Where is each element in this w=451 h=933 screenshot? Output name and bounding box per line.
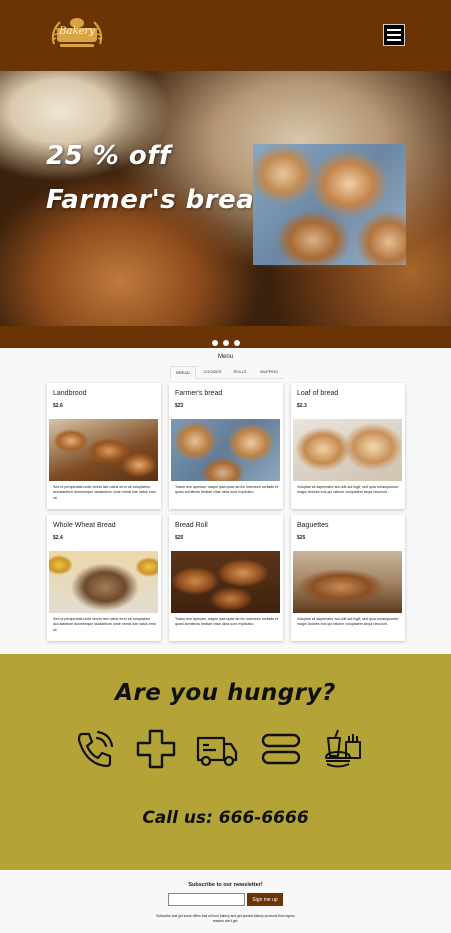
call-us-phone[interactable]: Call us: 666-6666 bbox=[0, 808, 451, 828]
newsletter-email-input[interactable] bbox=[168, 893, 245, 906]
hamburger-bar-icon bbox=[387, 29, 401, 31]
product-price: $25 bbox=[297, 535, 306, 541]
menu-heading: Menu bbox=[217, 354, 233, 360]
product-image bbox=[171, 419, 280, 481]
hero-bread-photo bbox=[253, 144, 406, 265]
product-price: $2.4 bbox=[53, 535, 63, 541]
plus-icon bbox=[135, 728, 177, 770]
tab-muffins[interactable]: MUFFINS bbox=[255, 366, 283, 379]
fast-food-icon bbox=[322, 728, 364, 770]
hero-banner: 25 % off Farmer's bread ! bbox=[0, 71, 451, 326]
newsletter-note: Subscribe and get some offers that all f… bbox=[156, 914, 295, 923]
product-card[interactable]: Bread Roll $25 Totam rem aperiam, eaque … bbox=[169, 515, 283, 641]
product-description: Sed ut perspiciatis unde omnis iste natu… bbox=[53, 485, 157, 500]
product-card[interactable]: Loaf of bread $2.3 Voluptas sit aspernat… bbox=[291, 383, 405, 509]
product-name: Landbrood bbox=[53, 390, 87, 397]
product-card[interactable]: Baguettes $25 Voluptas sit aspernatur au… bbox=[291, 515, 405, 641]
carousel-dot-3[interactable] bbox=[234, 340, 240, 346]
hero-headline-discount: 25 % off bbox=[46, 141, 171, 171]
hamburger-bar-icon bbox=[387, 39, 401, 41]
product-price: $2.3 bbox=[297, 403, 307, 409]
product-image bbox=[49, 551, 158, 613]
tab-bread[interactable]: BREAD bbox=[170, 366, 196, 379]
product-description: Voluptas sit aspernatur aut odit aut fug… bbox=[297, 485, 399, 495]
product-image bbox=[171, 551, 280, 613]
hamburger-menu-button[interactable] bbox=[383, 24, 405, 46]
product-name: Loaf of bread bbox=[297, 390, 339, 397]
product-name: Farmer's bread bbox=[175, 390, 223, 397]
product-card[interactable]: Whole Wheat Bread $2.4 Sed ut perspiciat… bbox=[47, 515, 161, 641]
page: Bakery 25 % off Farmer's bread ! Menu BR… bbox=[0, 0, 451, 933]
product-description: Totam rem aperiam, eaque ipsa quae ab il… bbox=[175, 485, 279, 495]
product-image bbox=[49, 419, 158, 481]
product-name: Bread Roll bbox=[175, 522, 208, 529]
site-header: Bakery bbox=[0, 0, 451, 71]
product-name: Baguettes bbox=[297, 522, 329, 529]
product-price: $23 bbox=[175, 403, 184, 409]
phone-icon bbox=[74, 728, 116, 770]
equals-icon bbox=[260, 728, 302, 770]
tab-cookies[interactable]: COOKIES bbox=[199, 366, 226, 379]
product-description: Totam rem aperiam, eaque ipsa quae ab il… bbox=[175, 617, 279, 627]
product-price: $25 bbox=[175, 535, 184, 541]
product-name: Whole Wheat Bread bbox=[53, 522, 116, 529]
product-price: $2.6 bbox=[53, 403, 63, 409]
tab-rolls[interactable]: ROLLS bbox=[228, 366, 252, 379]
hungry-section: Are you hungry? Call us: 666-6666 bbox=[0, 654, 451, 870]
product-card[interactable]: Farmer's bread $23 Totam rem aperiam, ea… bbox=[169, 383, 283, 509]
carousel-dot-1[interactable] bbox=[212, 340, 218, 346]
product-image bbox=[293, 551, 402, 613]
sign-me-up-button[interactable]: Sign me up bbox=[247, 893, 283, 906]
newsletter-heading: Subscribe to our newsletter! bbox=[188, 882, 263, 888]
product-card[interactable]: Landbrood $2.6 Sed ut perspiciatis unde … bbox=[47, 383, 161, 509]
carousel-dot-2[interactable] bbox=[223, 340, 229, 346]
product-description: Sed ut perspiciatis unde omnis iste natu… bbox=[53, 617, 157, 632]
newsletter-section: Subscribe to our newsletter! Sign me up … bbox=[0, 870, 451, 933]
bakery-logo[interactable]: Bakery bbox=[48, 14, 106, 54]
hungry-heading: Are you hungry? bbox=[115, 680, 336, 706]
logo-text: Bakery bbox=[59, 26, 95, 37]
delivery-truck-icon bbox=[196, 728, 238, 770]
hamburger-bar-icon bbox=[387, 34, 401, 36]
product-image bbox=[293, 419, 402, 481]
product-description: Voluptas sit aspernatur aut odit aut fug… bbox=[297, 617, 399, 627]
